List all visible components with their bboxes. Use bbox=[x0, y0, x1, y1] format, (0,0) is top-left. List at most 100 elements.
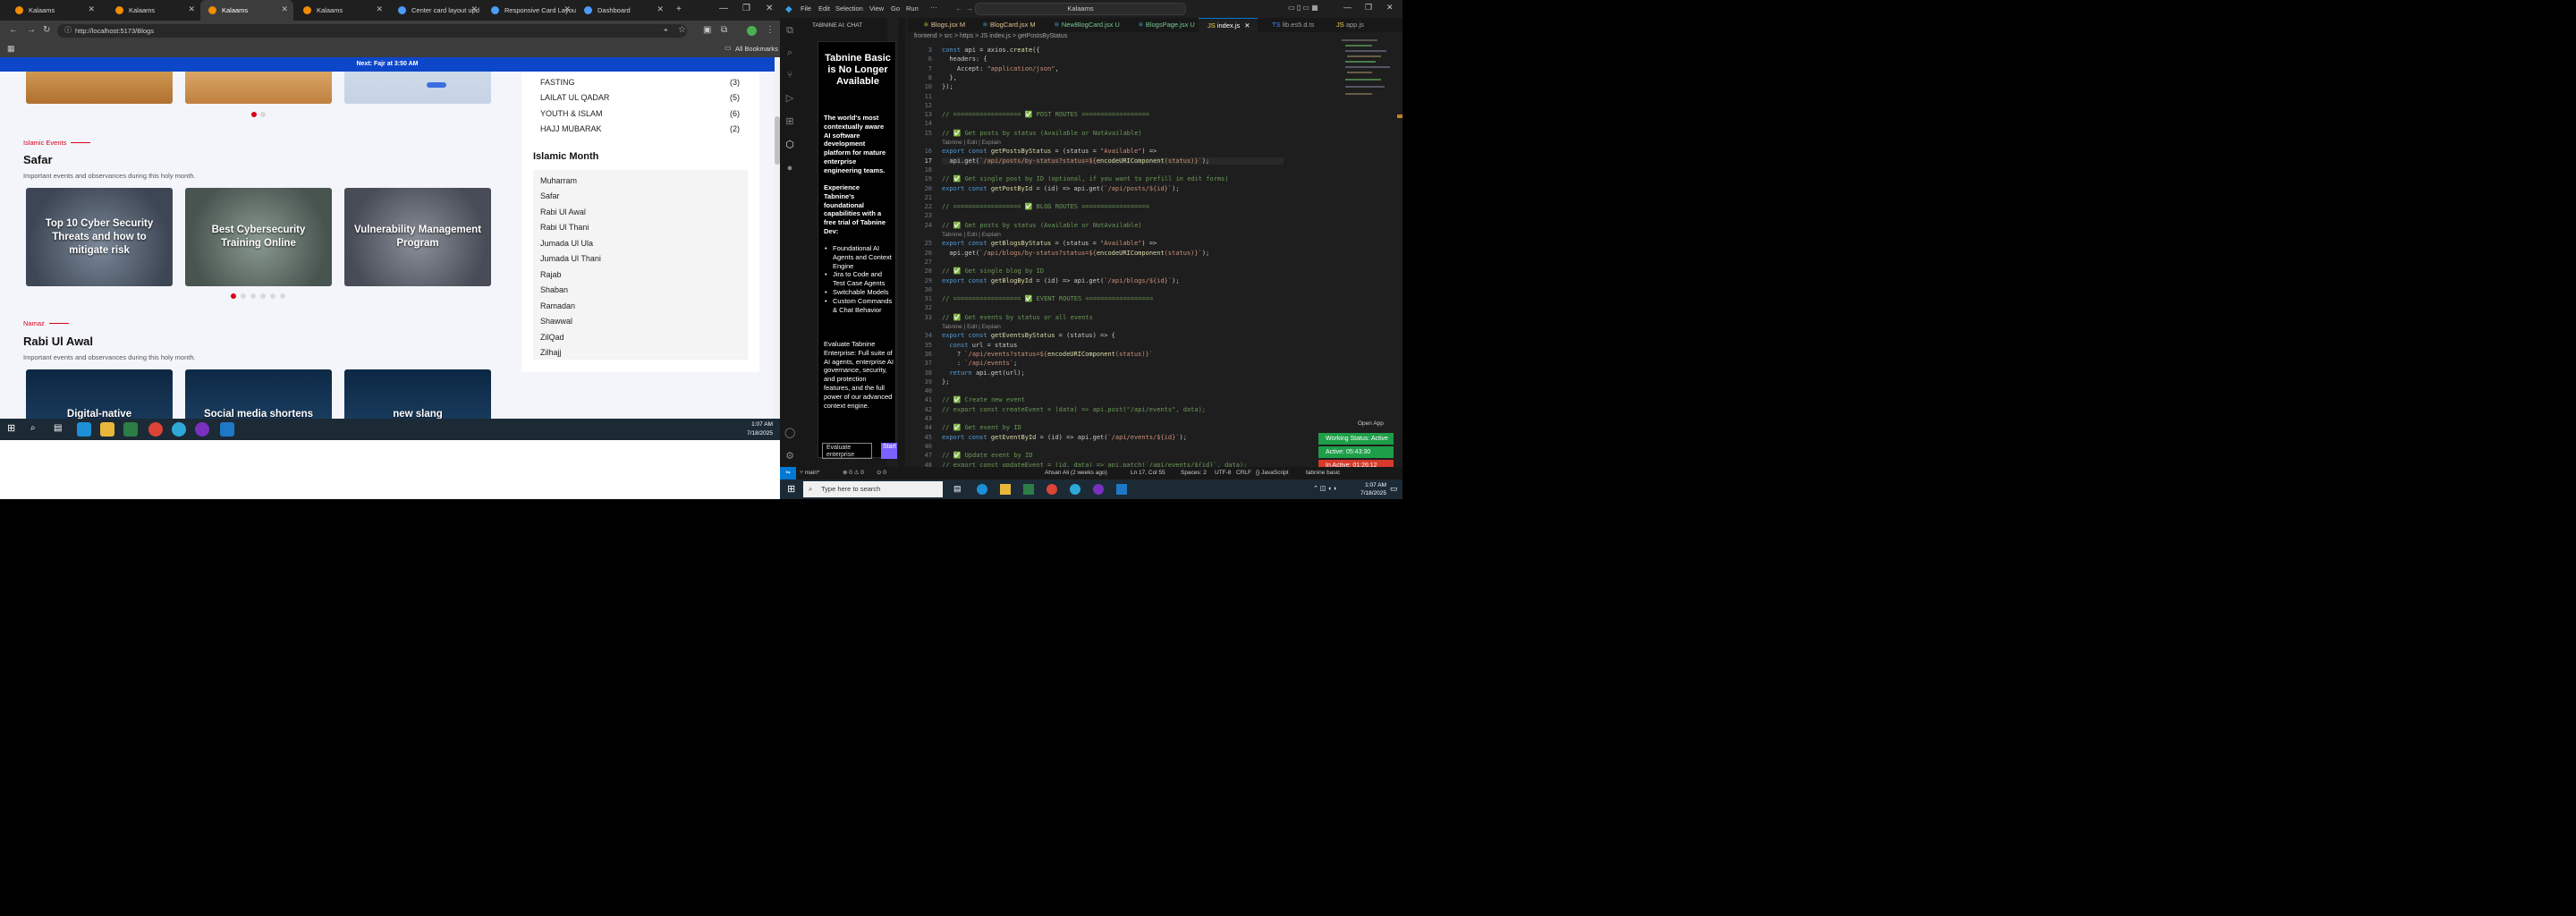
menu-run[interactable]: Run bbox=[906, 4, 919, 13]
close-window-icon[interactable]: ✕ bbox=[766, 4, 773, 13]
address-bar[interactable]: http://localhost:5173/Blogs bbox=[57, 24, 687, 38]
profile-avatar[interactable] bbox=[747, 26, 757, 36]
windows-start-icon[interactable]: ⊞ bbox=[787, 483, 795, 495]
browser-tab[interactable]: Kalaams ✕ bbox=[295, 0, 388, 21]
month-link[interactable]: Zilhajj bbox=[540, 348, 562, 357]
category-link[interactable]: HAJJ MUBARAK bbox=[540, 124, 602, 133]
task-view-icon[interactable]: ▤ bbox=[953, 484, 964, 495]
code-line[interactable]: export const getEventsByStatus = (status… bbox=[942, 332, 1115, 339]
code-line[interactable]: ? `/api/events?status=${encodeURICompone… bbox=[942, 351, 1153, 358]
code-line[interactable]: const api = axios.create({ bbox=[942, 47, 1040, 54]
remote-icon[interactable]: ⇋ bbox=[780, 467, 796, 479]
code-line[interactable]: Accept: "application/json", bbox=[942, 65, 1059, 72]
code-line[interactable]: // ✅ Get single blog by ID bbox=[942, 267, 1044, 275]
carousel-dot[interactable] bbox=[270, 293, 275, 299]
month-link[interactable]: Jumada Ul Thani bbox=[540, 254, 601, 263]
blog-card[interactable]: Digital-native bbox=[26, 369, 173, 419]
month-link[interactable]: Muharram bbox=[540, 176, 577, 185]
app-icon[interactable] bbox=[1070, 484, 1080, 495]
ports-indicator[interactable]: ⊙ 0 bbox=[877, 467, 886, 479]
problems-indicator[interactable]: ⊗ 0 ⚠ 0 bbox=[843, 467, 864, 479]
editor-tab[interactable]: ⚛ BlogCard.jsx M bbox=[973, 18, 1036, 32]
command-center-search[interactable]: Kalaams bbox=[975, 3, 1186, 15]
code-line[interactable]: Tabnine | Edit | Explain bbox=[942, 323, 1001, 330]
code-line[interactable]: return api.get(url); bbox=[942, 369, 1024, 377]
close-tab-icon[interactable]: ✕ bbox=[564, 4, 571, 14]
app-icon[interactable] bbox=[172, 422, 186, 437]
reload-icon[interactable]: ↻ bbox=[43, 26, 50, 35]
explorer-icon[interactable]: ⧉ bbox=[784, 25, 795, 36]
language-mode[interactable]: {} JavaScript bbox=[1256, 467, 1289, 479]
blog-card[interactable]: Top 10 Cyber Security Threats and how to… bbox=[26, 188, 173, 286]
code-line[interactable]: : `/api/events`; bbox=[942, 360, 1017, 367]
extensions-icon[interactable]: ⊞ bbox=[784, 116, 795, 127]
notifications-icon[interactable]: ▭ bbox=[1390, 484, 1398, 494]
minimize-icon[interactable]: — bbox=[719, 4, 728, 13]
run-debug-icon[interactable]: ▷ bbox=[784, 93, 795, 104]
menu-go[interactable]: Go bbox=[891, 4, 900, 13]
windows-start-icon[interactable]: ⊞ bbox=[7, 424, 15, 434]
chrome-icon[interactable] bbox=[1046, 484, 1057, 495]
category-link[interactable]: FASTING bbox=[540, 78, 575, 87]
close-window-icon[interactable]: ✕ bbox=[1386, 3, 1394, 13]
menu-view[interactable]: View bbox=[869, 4, 884, 13]
month-link[interactable]: Safar bbox=[540, 191, 560, 200]
site-info-icon[interactable]: ⓘ bbox=[64, 27, 72, 34]
line-ending[interactable]: CRLF bbox=[1236, 467, 1251, 479]
code-line[interactable]: Tabnine | Edit | Explain bbox=[942, 231, 1001, 238]
code-line[interactable]: // ================== ✅ BLOG ROUTES ====… bbox=[942, 203, 1149, 210]
location-icon[interactable]: ⌖ bbox=[664, 27, 668, 34]
editor-tab-active[interactable]: JS index.js ✕ bbox=[1199, 18, 1258, 32]
code-line[interactable]: export const getEventById = (id) => api.… bbox=[942, 434, 1187, 441]
tabnine-status[interactable]: tabnine basic bbox=[1306, 467, 1340, 479]
edge-icon[interactable] bbox=[77, 422, 91, 437]
code-line[interactable]: export const getBlogsByStatus = (status … bbox=[942, 240, 1157, 247]
code-line[interactable]: }); bbox=[942, 83, 953, 90]
carousel-dot[interactable] bbox=[250, 293, 256, 299]
blog-card[interactable]: Social media shortens bbox=[185, 369, 332, 419]
code-line[interactable]: // ✅ Get single post by ID (optional, if… bbox=[942, 175, 1229, 182]
browser-tab[interactable]: Dashboard ✕ bbox=[576, 0, 669, 21]
blog-card[interactable] bbox=[26, 72, 173, 104]
blog-card[interactable] bbox=[344, 72, 491, 104]
encoding[interactable]: UTF-8 bbox=[1215, 467, 1231, 479]
month-link[interactable]: Rabi Ul Awal bbox=[540, 208, 586, 216]
close-tab-icon[interactable]: ✕ bbox=[88, 4, 95, 14]
code-line[interactable]: // ================== ✅ POST ROUTES ====… bbox=[942, 111, 1149, 118]
account-icon[interactable]: ◯ bbox=[784, 428, 795, 438]
more-menu-icon[interactable]: ··· bbox=[930, 4, 937, 12]
all-bookmarks-link[interactable]: All Bookmarks bbox=[735, 45, 778, 53]
editor-tab[interactable]: JS app.js bbox=[1327, 18, 1364, 32]
carousel-dot-active[interactable] bbox=[231, 293, 236, 299]
system-tray-icons[interactable]: ⌃ ◫ ◖ ◗ bbox=[1313, 485, 1337, 492]
blog-card[interactable]: Vulnerability Management Program bbox=[344, 188, 491, 286]
chrome-icon[interactable] bbox=[148, 422, 163, 437]
code-line[interactable]: export const getBlogById = (id) => api.g… bbox=[942, 277, 1180, 284]
taskbar-search-box[interactable]: ⌕ Type here to search bbox=[803, 481, 943, 497]
code-line[interactable]: // ✅ Get posts by status (Available or N… bbox=[942, 130, 1142, 137]
search-icon[interactable]: ⌕ bbox=[30, 424, 36, 433]
close-tab-icon[interactable]: ✕ bbox=[188, 4, 195, 14]
forward-icon[interactable]: → bbox=[27, 26, 36, 35]
close-tab-icon[interactable]: ✕ bbox=[281, 4, 288, 14]
editor-tab[interactable]: TS lib.es5.d.ts bbox=[1263, 18, 1315, 32]
file-explorer-icon[interactable] bbox=[100, 422, 114, 437]
editor-tab[interactable]: ⚛ Blogs.jsx M bbox=[914, 18, 965, 32]
carousel-dot[interactable] bbox=[241, 293, 246, 299]
code-line[interactable]: }, bbox=[942, 74, 956, 81]
carousel-dot[interactable] bbox=[280, 293, 285, 299]
browser-tab[interactable]: Kalaams ✕ bbox=[7, 0, 100, 21]
editor-tab[interactable]: ⚛ NewBlogCard.jsx U bbox=[1045, 18, 1120, 32]
store-icon[interactable] bbox=[123, 422, 138, 437]
maximize-icon[interactable]: ❐ bbox=[742, 4, 750, 13]
code-line[interactable]: Tabnine | Edit | Explain bbox=[942, 139, 1001, 146]
edge-icon[interactable] bbox=[977, 484, 987, 495]
new-tab-icon[interactable]: + bbox=[676, 5, 682, 14]
browser-tab-active[interactable]: Kalaams ✕ bbox=[200, 0, 293, 21]
file-explorer-icon[interactable] bbox=[1000, 484, 1011, 495]
blog-card[interactable]: new slang bbox=[344, 369, 491, 419]
bookmark-star-icon[interactable]: ☆ bbox=[678, 26, 686, 35]
blog-card[interactable]: Best Cybersecurity Training Online bbox=[185, 188, 332, 286]
month-link[interactable]: Rabi Ul Thani bbox=[540, 223, 589, 232]
month-link[interactable]: ZilQad bbox=[540, 333, 564, 342]
